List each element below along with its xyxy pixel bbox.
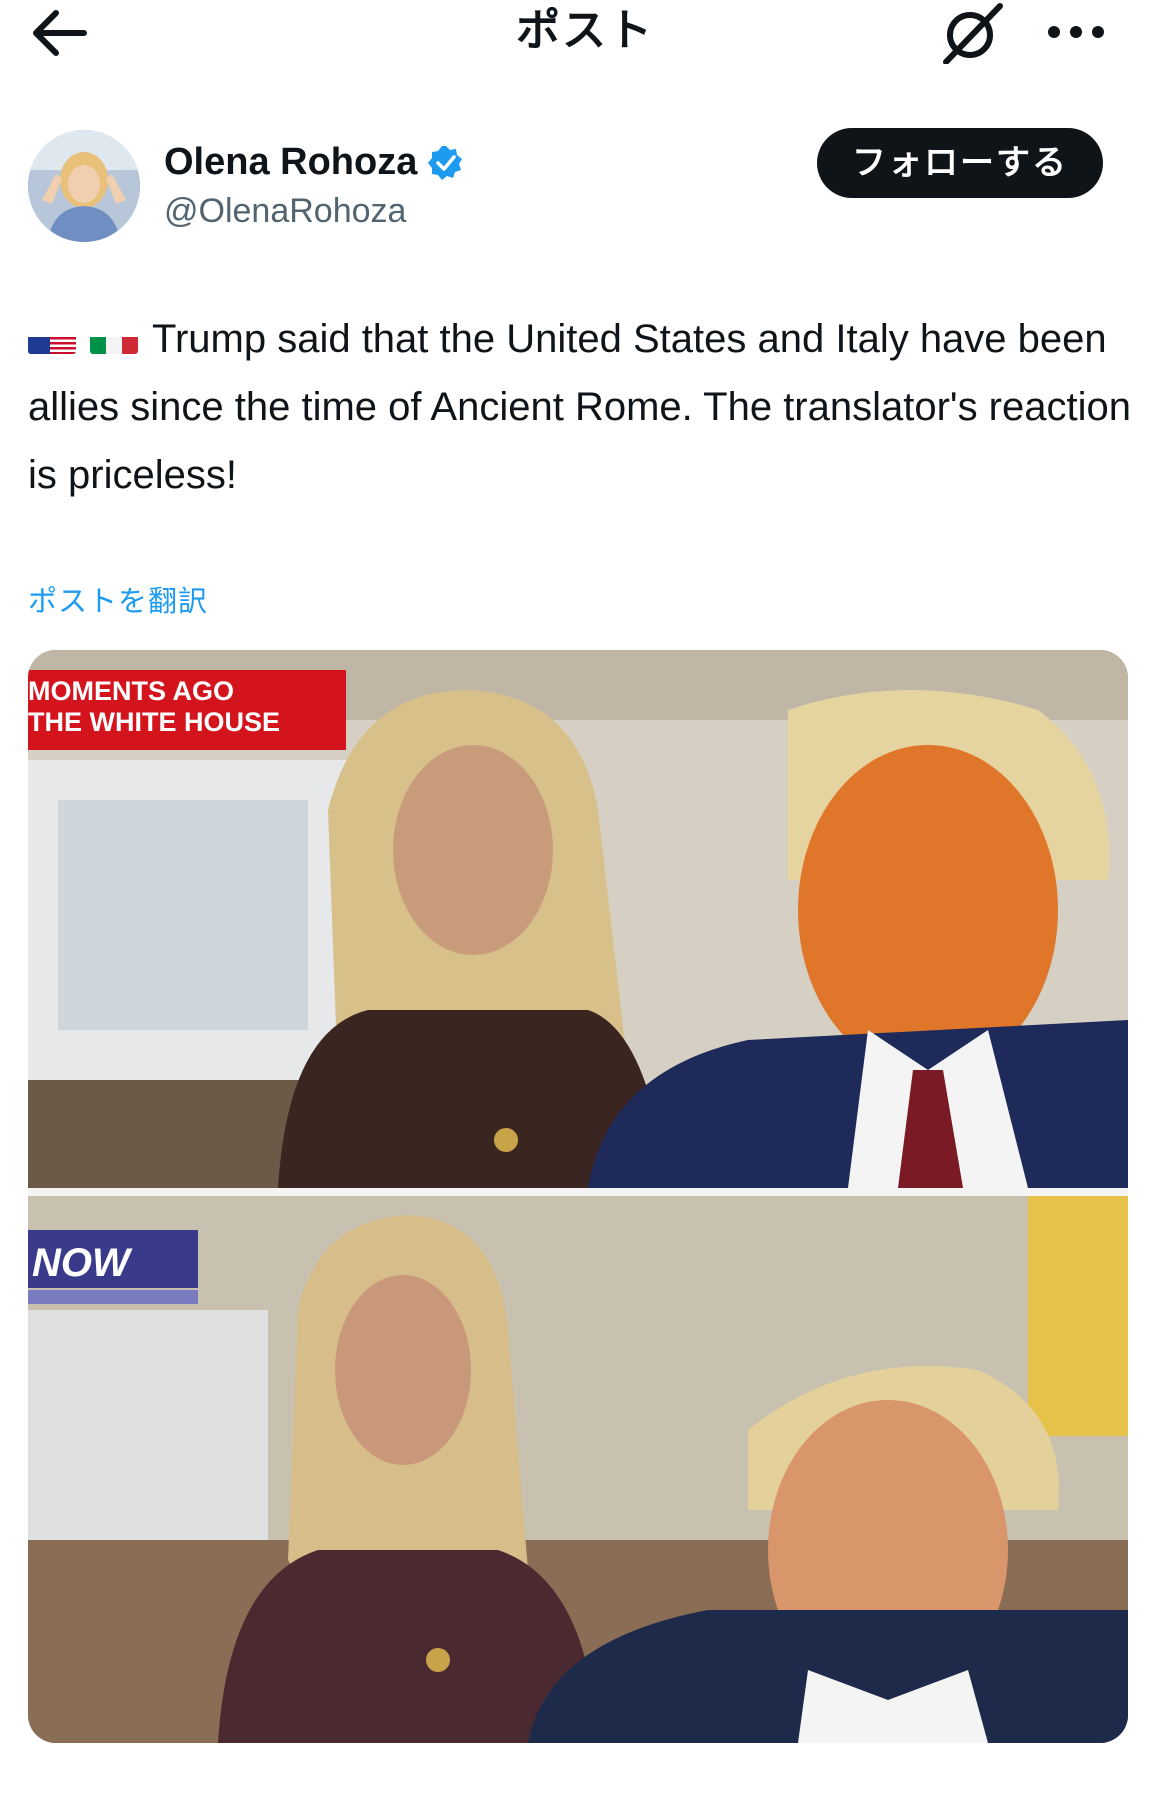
- post-image[interactable]: MOMENTS AGO THE WHITE HOUSE NOW: [28, 650, 1128, 1743]
- italy-flag-icon: [90, 322, 138, 354]
- avatar[interactable]: [28, 130, 140, 242]
- avatar-image: [28, 130, 140, 242]
- grok-slash-icon: [943, 3, 1003, 65]
- more-button[interactable]: [1040, 6, 1112, 56]
- grok-button[interactable]: [938, 2, 1008, 65]
- verified-badge-icon: [428, 145, 464, 181]
- chyron-line1: MOMENTS AGO: [28, 676, 234, 706]
- post-text: Trump said that the United States and It…: [28, 317, 1131, 497]
- author-name[interactable]: Olena Rohoza: [164, 138, 417, 186]
- translate-post-link[interactable]: ポストを翻訳: [28, 578, 208, 620]
- us-flag-icon: [28, 322, 76, 354]
- follow-button[interactable]: フォローする: [817, 128, 1103, 198]
- chyron-line2: THE WHITE HOUSE: [28, 707, 280, 737]
- author-handle[interactable]: @OlenaRohoza: [164, 188, 406, 234]
- ellipsis-icon: [1048, 26, 1104, 38]
- news-logo: NOW: [32, 1241, 133, 1285]
- photo-collage: MOMENTS AGO THE WHITE HOUSE NOW: [28, 650, 1128, 1743]
- post-text-container: Trump said that the United States and It…: [28, 305, 1138, 509]
